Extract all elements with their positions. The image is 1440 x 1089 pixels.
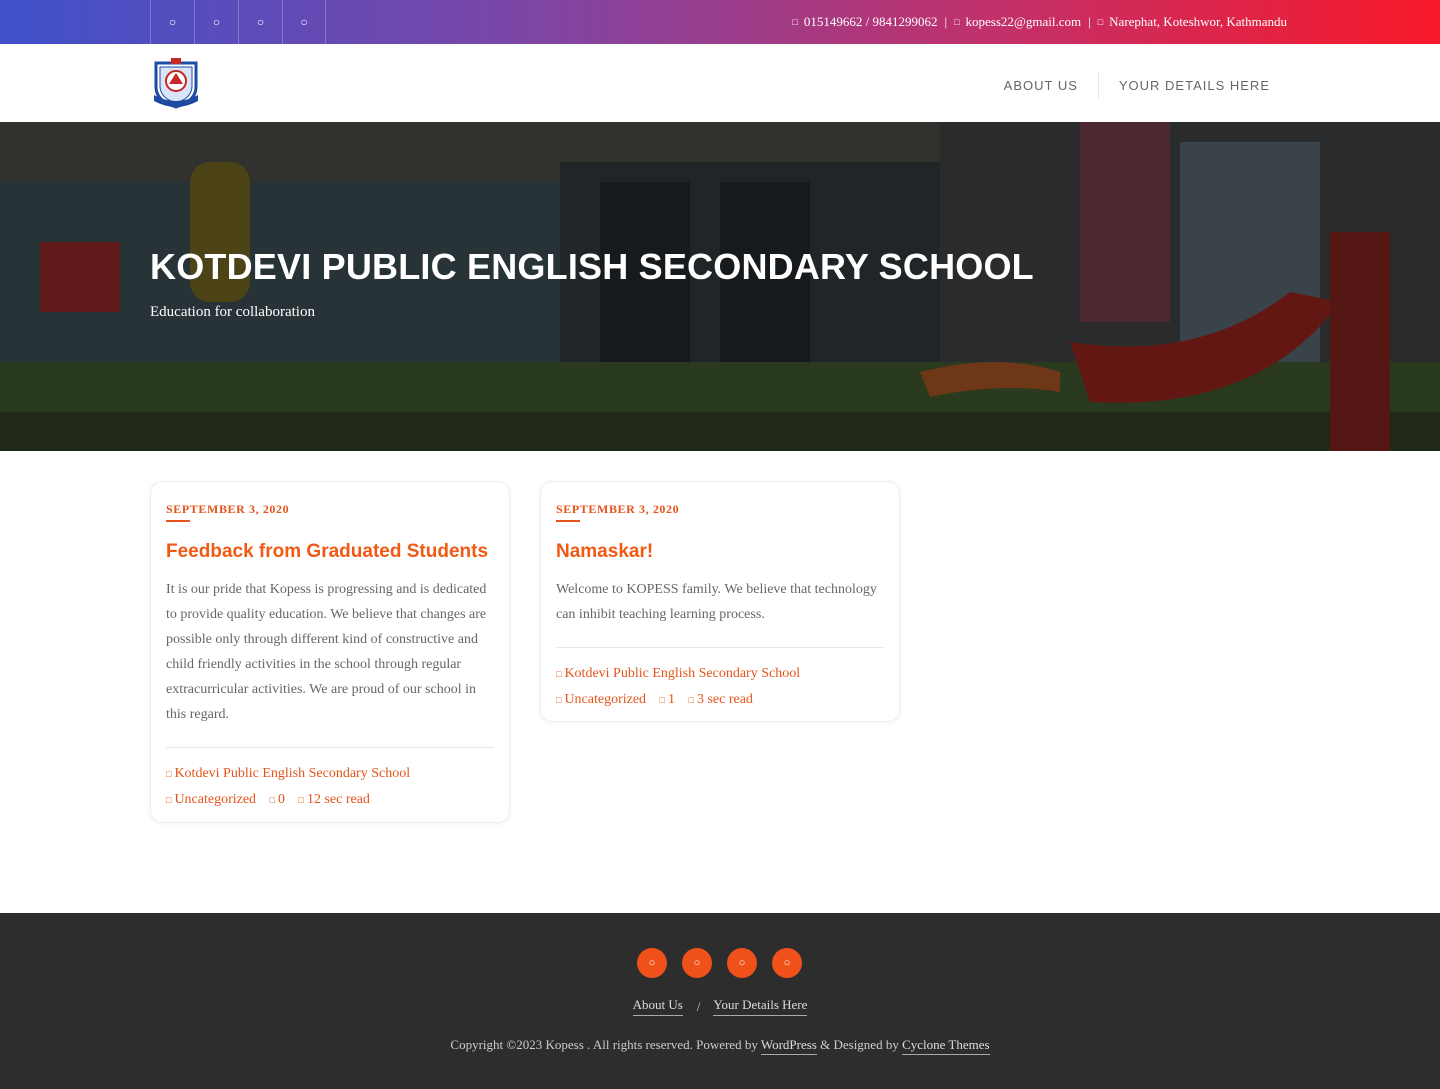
post-category[interactable]: Uncategorized (564, 692, 646, 707)
main-nav: About Us Your Details Here (984, 72, 1280, 98)
site-header: About Us Your Details Here (0, 44, 1440, 122)
user-icon: □ (166, 769, 172, 779)
date-underline (556, 520, 580, 522)
cyclone-themes-link[interactable]: Cyclone Themes (902, 1037, 990, 1055)
footer-menu-separator: / (696, 998, 701, 1014)
email-address[interactable]: kopess22@gmail.com (966, 14, 1082, 30)
clock-icon: □ (688, 695, 694, 705)
designed-by-text: & Designed by (820, 1037, 899, 1052)
post-date[interactable]: September 3, 2020 (556, 502, 679, 517)
facebook-icon[interactable]: ○ (150, 0, 194, 44)
post-excerpt: Welcome to KOPESS family. We believe tha… (556, 582, 877, 622)
post-comments[interactable]: 0 (278, 792, 285, 807)
post-excerpt: It is our pride that Kopess is progressi… (166, 582, 487, 722)
user-icon: □ (556, 669, 562, 679)
school-logo[interactable] (152, 57, 200, 109)
post-meta: □ Kotdevi Public English Secondary School… (556, 661, 884, 713)
site-tagline: Education for collaboration (150, 304, 315, 320)
folder-icon: □ (166, 795, 172, 805)
twitter-icon[interactable]: ○ (682, 948, 712, 978)
post-author[interactable]: Kotdevi Public English Secondary School (564, 666, 800, 681)
post-divider (556, 647, 884, 648)
contact-info: □ 015149662 / 9841299062 | □ kopess22@gm… (792, 0, 1287, 44)
footer-link-your-details-here[interactable]: Your Details Here (713, 997, 808, 1016)
post-read-time: 12 sec read (306, 792, 370, 807)
contact-separator: | (1088, 14, 1091, 29)
school-crest-icon (154, 58, 198, 109)
phone-number[interactable]: 015149662 / 9841299062 (804, 14, 938, 30)
footer-social-links: ○ ○ ○ ○ (637, 948, 802, 978)
folder-icon: □ (556, 695, 562, 705)
site-footer: ○ ○ ○ ○ About Us / Your Details Here Cop… (0, 913, 1440, 1089)
post-title[interactable]: Feedback from Graduated Students (166, 541, 494, 563)
post-meta: □ Kotdevi Public English Secondary School… (166, 761, 494, 813)
top-bar: ○ ○ ○ ○ □ 015149662 / 9841299062 | □ kop… (0, 0, 1440, 44)
instagram-icon[interactable]: ○ (727, 948, 757, 978)
youtube-icon[interactable]: ○ (772, 948, 802, 978)
post-card: September 3, 2020 Feedback from Graduate… (150, 481, 510, 823)
nav-your-details-here[interactable]: Your Details Here (1099, 78, 1280, 93)
hero-banner: Kotdevi Public English Secondary School … (0, 122, 1440, 451)
phone-icon: □ (792, 17, 798, 27)
nav-about-us[interactable]: About Us (984, 78, 1098, 93)
comment-icon: □ (269, 795, 275, 805)
post-category[interactable]: Uncategorized (174, 792, 256, 807)
youtube-icon[interactable]: ○ (282, 0, 326, 44)
comment-icon: □ (659, 695, 665, 705)
contact-separator: | (944, 14, 948, 29)
post-author[interactable]: Kotdevi Public English Secondary School (174, 766, 410, 781)
top-social-links: ○ ○ ○ ○ (150, 0, 326, 44)
instagram-icon[interactable]: ○ (238, 0, 282, 44)
footer-link-about-us[interactable]: About Us (632, 997, 683, 1016)
post-title[interactable]: Namaskar! (556, 541, 884, 563)
post-read-time: 3 sec read (696, 692, 753, 707)
wordpress-link[interactable]: WordPress (760, 1037, 817, 1055)
twitter-icon[interactable]: ○ (194, 0, 238, 44)
post-divider (166, 747, 494, 748)
post-comments[interactable]: 1 (668, 692, 675, 707)
copyright-text: Copyright ©2023 Kopess . All rights rese… (450, 1037, 758, 1052)
email-icon: □ (954, 17, 960, 27)
address: Narephat, Koteshwor, Kathmandu (1109, 14, 1287, 29)
post-card: September 3, 2020 Namaskar! Welcome to K… (540, 481, 900, 722)
footer-menu: About Us / Your Details Here (0, 997, 1440, 1016)
facebook-icon[interactable]: ○ (637, 948, 667, 978)
clock-icon: □ (298, 795, 304, 805)
copyright: Copyright ©2023 Kopess . All rights rese… (0, 1037, 1440, 1055)
post-date[interactable]: September 3, 2020 (166, 502, 289, 517)
location-icon: □ (1097, 17, 1104, 27)
date-underline (166, 520, 190, 522)
site-title: Kotdevi Public English Secondary School (150, 246, 1034, 287)
